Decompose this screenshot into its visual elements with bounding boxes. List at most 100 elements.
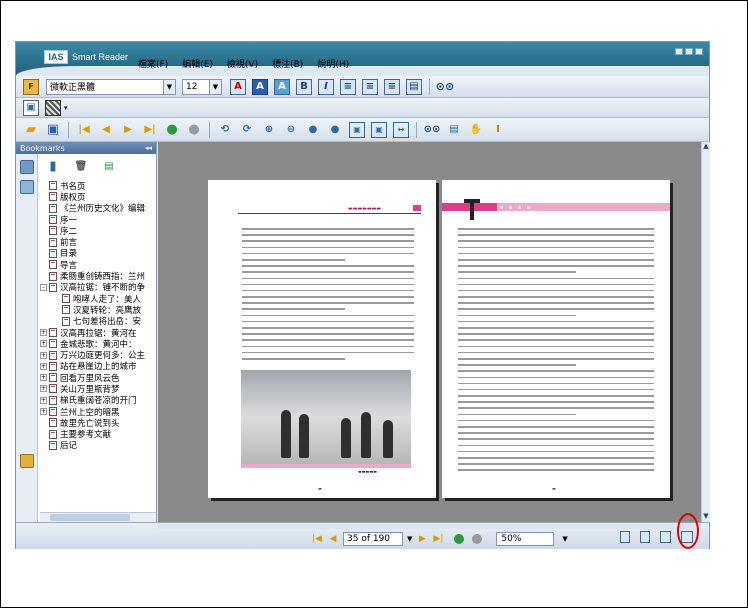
font-color-icon[interactable]: A	[230, 78, 246, 95]
previous-page-button[interactable]: ◀	[327, 534, 339, 544]
new-bookmark-icon[interactable]: ▤	[101, 158, 117, 174]
menu-annotate[interactable]: 標注(B)	[272, 57, 303, 70]
zoom-level-field[interactable]: 50%	[496, 532, 555, 546]
bold-icon[interactable]: B	[296, 78, 312, 95]
bookmark-item[interactable]: 书名页	[40, 180, 156, 192]
highlight-color-icon[interactable]: A	[252, 78, 268, 95]
bookmark-item[interactable]: + 关山万里瓶背梦	[40, 383, 156, 395]
expand-icon[interactable]: +	[40, 396, 47, 404]
bookmark-item[interactable]: 汉夏转轮：亮鹰放	[40, 304, 156, 316]
bookmark-item[interactable]: + 汉高再拉锯：黄河在	[40, 327, 156, 339]
bookmark-item[interactable]: + 回看万里风云色	[40, 372, 156, 384]
go-forward-button[interactable]	[472, 534, 483, 544]
justify-icon[interactable]: ▤	[406, 78, 422, 95]
hand-tool-icon[interactable]: ✋	[468, 122, 484, 138]
bookmark-item[interactable]: + 金城悲歌：黄河中：	[40, 338, 156, 350]
bookmark-item[interactable]: 版权页	[40, 191, 156, 203]
minimize-button[interactable]	[675, 48, 683, 55]
go-back-icon[interactable]: ●	[164, 122, 180, 138]
text-style-icon[interactable]: A	[274, 78, 290, 95]
bookmark-item[interactable]: 七句差将出岳：安	[40, 316, 156, 327]
open-file-icon[interactable]: ▰	[23, 122, 39, 138]
scroll-up-icon[interactable]: ▲	[702, 142, 710, 150]
previous-page-icon[interactable]: ◀	[98, 122, 114, 138]
align-center-icon[interactable]: ≡	[362, 78, 378, 95]
bookmark-item[interactable]: 序一	[40, 214, 156, 226]
binoculars-icon[interactable]: ⊙⊙	[436, 79, 454, 95]
document-viewport[interactable]: ▬▬▬▬▬▬▬ ▬▬▬▬▬ ▬ ▪ ▪ ▪ ▪ ▬	[158, 142, 701, 522]
text-select-icon[interactable]: I	[490, 122, 506, 138]
fit-width-icon[interactable]: ▣	[371, 121, 387, 138]
bookmarks-horizontal-scrollbar[interactable]	[40, 512, 156, 522]
chevron-down-icon[interactable]: ▾	[64, 104, 68, 112]
bookmark-item[interactable]: + 站在悬崖边上的城市	[40, 361, 156, 372]
first-page-button[interactable]: |◀	[311, 534, 323, 544]
bookmark-item[interactable]: 柔肠重创铸西指：兰州	[40, 270, 156, 282]
fit-page-icon[interactable]: ▣	[349, 121, 365, 138]
font-family-select[interactable]: 微軟正黑體 ▼	[46, 78, 176, 95]
bookmark-options-icon[interactable]: ▮	[45, 158, 61, 174]
align-left-icon[interactable]: ≡	[340, 78, 356, 95]
facing-continuous-view-button[interactable]	[660, 531, 671, 543]
bookmark-item[interactable]: + 万兴边庭更何多：公主	[40, 349, 156, 361]
maximize-button[interactable]	[685, 48, 693, 55]
menu-edit[interactable]: 編輯(E)	[182, 57, 213, 70]
expand-icon[interactable]: +	[40, 408, 47, 416]
italic-icon[interactable]: I	[318, 78, 334, 95]
zoom-minus-icon[interactable]: ●	[327, 122, 343, 138]
rotate-left-icon[interactable]: ⟲	[217, 122, 233, 138]
single-page-view-button[interactable]	[620, 531, 630, 543]
next-page-icon[interactable]: ▶	[120, 122, 136, 138]
expand-icon[interactable]: +	[40, 340, 47, 348]
font-size-select[interactable]: 12 ▼	[182, 78, 222, 95]
bookmark-item[interactable]: 序二	[40, 225, 156, 237]
pattern-fill-icon[interactable]	[45, 99, 61, 116]
expand-icon[interactable]: +	[40, 351, 47, 359]
close-button[interactable]	[695, 48, 703, 55]
bookmark-item[interactable]: 主要参考文献	[40, 429, 156, 440]
expand-icon[interactable]: +	[40, 374, 47, 382]
bookmark-item[interactable]: 目录	[40, 248, 156, 259]
collapse-icon[interactable]: -	[40, 283, 47, 291]
zoom-plus-icon[interactable]: ●	[305, 122, 321, 138]
scroll-down-icon[interactable]: ▼	[702, 512, 710, 520]
layers-tab-icon[interactable]	[19, 180, 34, 194]
bookmark-item[interactable]: + 兰州上空的暗黑	[40, 406, 156, 418]
zoom-out-icon[interactable]: ⊖	[283, 122, 299, 138]
align-right-icon[interactable]: ≡	[384, 78, 400, 95]
delete-bookmark-icon[interactable]: 🗑	[73, 158, 89, 174]
next-page-button[interactable]: ▶	[416, 534, 428, 544]
page-number-field[interactable]: 35 of 190	[343, 532, 403, 546]
find-icon[interactable]: ⊙⊙	[424, 122, 441, 138]
scrollbar-thumb[interactable]	[50, 514, 130, 521]
rotate-right-icon[interactable]: ⟳	[239, 122, 255, 138]
expand-icon[interactable]: +	[40, 329, 47, 336]
attachments-tab-icon[interactable]	[19, 454, 34, 468]
zoom-in-icon[interactable]: ⊕	[261, 122, 277, 138]
expand-icon[interactable]: +	[40, 385, 47, 393]
continuous-view-button[interactable]	[640, 531, 650, 543]
menu-view[interactable]: 檢視(V)	[227, 57, 258, 70]
document-horizontal-scrollbar[interactable]	[158, 523, 701, 529]
menu-file[interactable]: 檔案(F)	[138, 57, 168, 70]
document-vertical-scrollbar[interactable]: ▲ ▼	[701, 142, 710, 522]
bookmark-item[interactable]: 导言	[40, 259, 156, 271]
collapse-panel-icon[interactable]: ◂◂	[145, 144, 152, 152]
go-forward-icon[interactable]: ●	[186, 122, 202, 138]
bookmark-item[interactable]: - 汉高拉锯：锤不断的争	[40, 282, 156, 293]
bookmark-item[interactable]: 咆哮人走了：美人	[40, 293, 156, 305]
save-icon[interactable]: ▣	[45, 122, 61, 138]
insert-image-icon[interactable]: ▣	[23, 99, 39, 116]
first-page-icon[interactable]: |◀	[76, 122, 92, 138]
page-properties-icon[interactable]: ▤	[446, 122, 462, 138]
bookmark-item[interactable]: + 梯氏重阔苍凉的开门	[40, 395, 156, 406]
actual-size-icon[interactable]: ↔	[393, 121, 409, 138]
last-page-button[interactable]: ▶|	[432, 534, 444, 544]
chevron-down-icon[interactable]: ▼	[562, 535, 567, 543]
bookmark-item[interactable]: 前言	[40, 236, 156, 248]
bookmark-item[interactable]: 《兰州历史文化》编辑	[40, 203, 156, 214]
last-page-icon[interactable]: ▶|	[142, 122, 158, 138]
bookmark-item[interactable]: 后记	[40, 440, 156, 451]
go-back-button[interactable]	[454, 534, 465, 544]
expand-icon[interactable]: +	[40, 362, 47, 370]
